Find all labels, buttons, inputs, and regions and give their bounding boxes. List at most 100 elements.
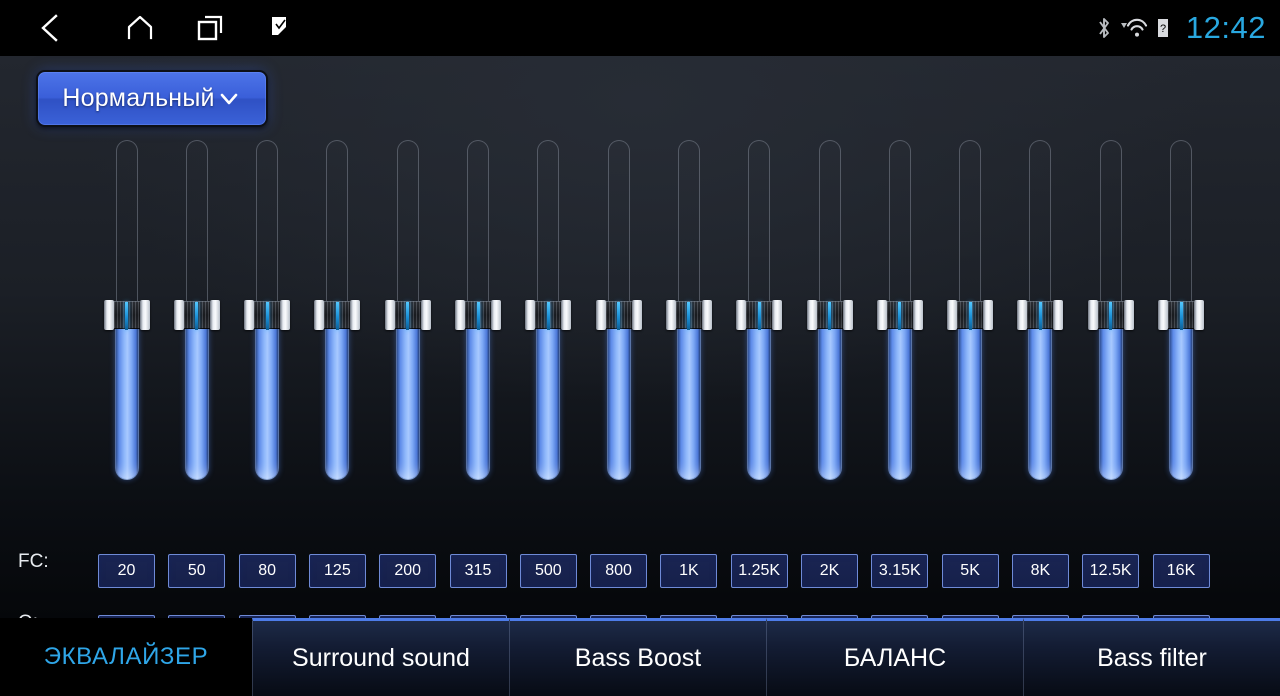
equalizer-screen: ? 12:42 Нормальный FC: Q: 20508012520031… bbox=[0, 0, 1280, 696]
band-slider[interactable] bbox=[876, 140, 923, 480]
frequency-value[interactable]: 8K bbox=[1011, 554, 1069, 588]
frequency-value[interactable]: 16K bbox=[1152, 554, 1210, 588]
band-slider[interactable] bbox=[384, 140, 431, 480]
slider-thumb[interactable] bbox=[455, 300, 501, 330]
thumb-grip-right bbox=[420, 300, 431, 330]
frequency-value[interactable]: 80 bbox=[238, 554, 296, 588]
wifi-icon bbox=[1119, 17, 1149, 39]
slider-thumb[interactable] bbox=[736, 300, 783, 330]
frequency-value[interactable]: 12.5K bbox=[1082, 554, 1140, 588]
band-slider[interactable] bbox=[455, 140, 501, 480]
slider-thumb[interactable] bbox=[314, 300, 361, 330]
slider-thumb[interactable] bbox=[244, 300, 291, 330]
slider-fill bbox=[255, 312, 280, 480]
thumb-core bbox=[605, 301, 632, 330]
slider-fill bbox=[676, 312, 701, 480]
tab-label: Bass filter bbox=[1097, 644, 1207, 672]
thumb-grip-right bbox=[1194, 300, 1204, 330]
band-slider[interactable] bbox=[103, 140, 150, 480]
slider-thumb[interactable] bbox=[1087, 300, 1134, 330]
thumb-core bbox=[535, 301, 562, 330]
frequency-value[interactable]: 50 bbox=[168, 554, 226, 588]
thumb-grip-right bbox=[772, 300, 783, 330]
slider-thumb[interactable] bbox=[947, 300, 994, 330]
band-slider[interactable] bbox=[1158, 140, 1204, 480]
band-slider[interactable] bbox=[665, 140, 712, 480]
thumb-core bbox=[746, 301, 773, 330]
slider-thumb[interactable] bbox=[1158, 300, 1204, 330]
thumb-grip-left bbox=[103, 300, 114, 330]
back-icon[interactable] bbox=[22, 0, 78, 56]
tab-label: Bass Boost bbox=[574, 644, 702, 672]
thumb-core bbox=[957, 301, 984, 330]
band-slider[interactable] bbox=[806, 140, 853, 480]
slider-fill bbox=[1028, 312, 1053, 480]
recents-icon[interactable] bbox=[182, 0, 238, 56]
thumb-core bbox=[1027, 301, 1054, 330]
sim-card-icon: ? bbox=[1156, 17, 1170, 39]
frequency-value[interactable]: 2K bbox=[801, 554, 858, 588]
tab-2[interactable]: Surround sound bbox=[252, 618, 509, 696]
slider-thumb[interactable] bbox=[806, 300, 853, 330]
thumb-grip-left bbox=[1017, 300, 1028, 330]
band-slider[interactable] bbox=[1017, 140, 1064, 480]
band-slider[interactable] bbox=[525, 140, 572, 480]
band-slider[interactable] bbox=[173, 140, 220, 480]
slider-fill bbox=[536, 312, 561, 480]
thumb-grip-right bbox=[491, 300, 501, 330]
band-slider[interactable] bbox=[736, 140, 783, 480]
thumb-core bbox=[324, 301, 351, 330]
status-bar: ? 12:42 bbox=[0, 0, 1280, 56]
frequency-value[interactable]: 200 bbox=[379, 554, 437, 588]
frequency-value[interactable]: 315 bbox=[449, 554, 507, 588]
thumb-grip-right bbox=[983, 300, 994, 330]
thumb-grip-right bbox=[912, 300, 923, 330]
thumb-grip-left bbox=[665, 300, 676, 330]
tab-3[interactable]: Bass Boost bbox=[509, 618, 766, 696]
thumb-core bbox=[1097, 301, 1124, 330]
slider-fill bbox=[958, 312, 983, 480]
thumb-grip-left bbox=[525, 300, 536, 330]
frequency-value[interactable]: 1K bbox=[660, 554, 718, 588]
frequency-value[interactable]: 800 bbox=[590, 554, 648, 588]
slider-fill bbox=[1169, 312, 1193, 480]
thumb-grip-right bbox=[350, 300, 361, 330]
band-slider[interactable] bbox=[1087, 140, 1134, 480]
band-slider[interactable] bbox=[314, 140, 361, 480]
slider-thumb[interactable] bbox=[665, 300, 712, 330]
thumb-grip-left bbox=[1087, 300, 1098, 330]
tab-1[interactable]: ЭКВАЛАЙЗЕР bbox=[0, 618, 252, 696]
slider-thumb[interactable] bbox=[525, 300, 572, 330]
flag-icon[interactable] bbox=[254, 0, 306, 56]
band-slider[interactable] bbox=[244, 140, 291, 480]
slider-thumb[interactable] bbox=[1017, 300, 1064, 330]
band-slider[interactable] bbox=[947, 140, 994, 480]
tab-5[interactable]: Bass filter bbox=[1023, 618, 1280, 696]
frequency-value[interactable]: 5K bbox=[941, 554, 999, 588]
thumb-grip-left bbox=[244, 300, 255, 330]
band-slider[interactable] bbox=[595, 140, 642, 480]
slider-thumb[interactable] bbox=[103, 300, 150, 330]
thumb-core bbox=[675, 301, 702, 330]
thumb-core bbox=[254, 301, 281, 330]
tab-4[interactable]: БАЛАНС bbox=[766, 618, 1023, 696]
thumb-grip-left bbox=[455, 300, 465, 330]
home-icon[interactable] bbox=[112, 0, 168, 56]
slider-thumb[interactable] bbox=[595, 300, 642, 330]
thumb-core bbox=[113, 301, 140, 330]
frequency-value[interactable]: 20 bbox=[98, 554, 155, 588]
slider-fill bbox=[466, 312, 490, 480]
frequency-value[interactable]: 1.25K bbox=[730, 554, 788, 588]
thumb-grip-left bbox=[947, 300, 958, 330]
frequency-value[interactable]: 500 bbox=[519, 554, 577, 588]
frequency-value[interactable]: 3.15K bbox=[871, 554, 929, 588]
slider-thumb[interactable] bbox=[384, 300, 431, 330]
thumb-core bbox=[816, 301, 843, 330]
frequency-value[interactable]: 125 bbox=[308, 554, 366, 588]
slider-fill bbox=[817, 312, 842, 480]
slider-thumb[interactable] bbox=[173, 300, 220, 330]
thumb-grip-right bbox=[701, 300, 712, 330]
tab-label: БАЛАНС bbox=[843, 644, 947, 672]
slider-thumb[interactable] bbox=[876, 300, 923, 330]
thumb-core bbox=[886, 301, 913, 330]
